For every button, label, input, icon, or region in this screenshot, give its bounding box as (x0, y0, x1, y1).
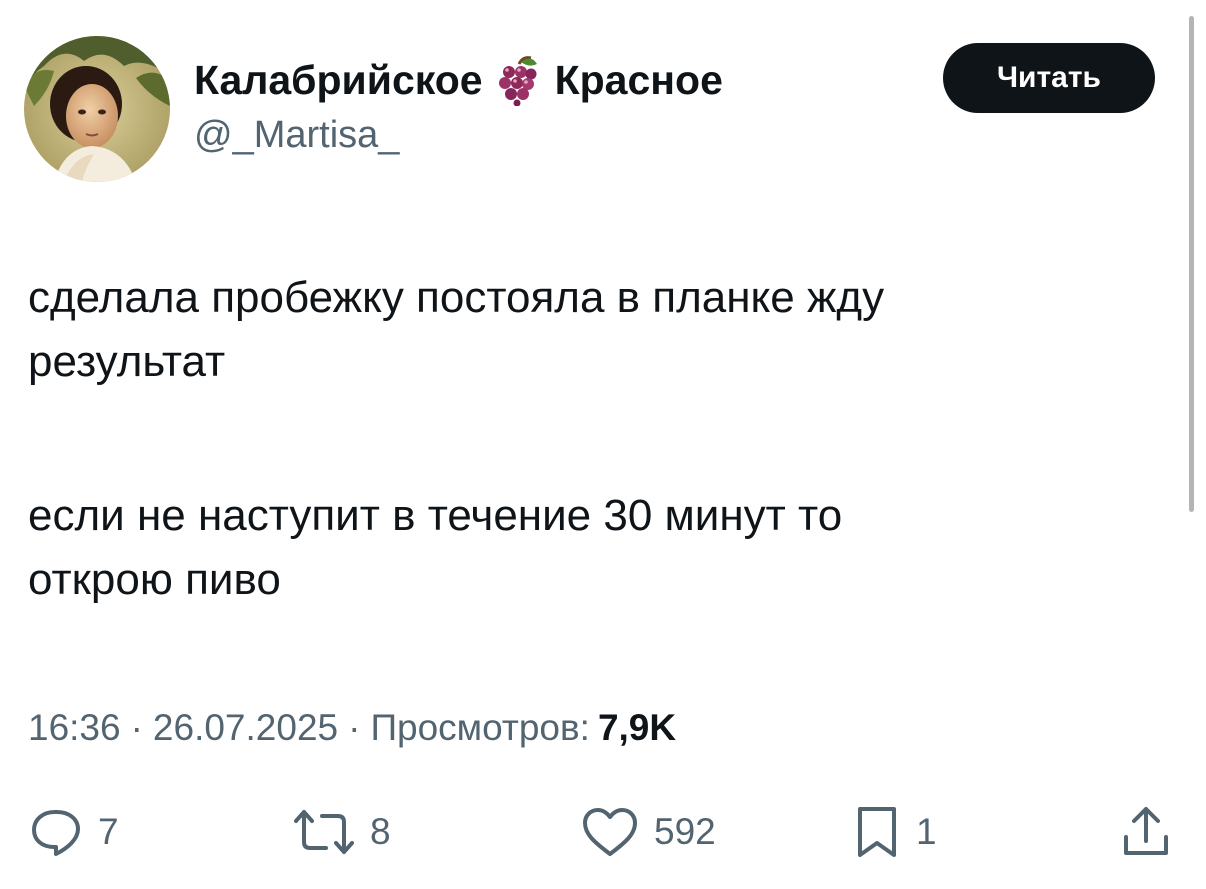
tweet-time[interactable]: 16:36 (28, 707, 121, 749)
heart-icon (583, 808, 637, 856)
meta-separator: · (348, 707, 361, 748)
like-button[interactable]: 592 (580, 802, 716, 862)
tweet-date[interactable]: 26.07.2025 (153, 707, 338, 749)
reply-count: 7 (98, 811, 119, 852)
author-handle[interactable]: @_Martisa_ (194, 114, 399, 157)
tweet-metadata: 16:36 · 26.07.2025 · Просмотров: 7,9K (28, 700, 676, 756)
meta-separator: · (130, 707, 143, 748)
share-icon (1124, 807, 1168, 855)
views-count: 7,9K (597, 707, 677, 748)
repost-count: 8 (370, 811, 391, 852)
share-button[interactable] (1118, 802, 1174, 862)
author-display-name[interactable]: Калабрийское Красное (194, 52, 723, 108)
views-label: Просмотров: (370, 707, 590, 748)
avatar-image (24, 36, 170, 182)
author-name-part1: Калабрийское (194, 56, 483, 103)
avatar[interactable] (24, 36, 170, 182)
reply-button[interactable]: 7 (28, 802, 119, 862)
bookmark-button[interactable]: 1 (852, 802, 937, 862)
like-count: 592 (654, 811, 716, 852)
reply-icon (32, 810, 80, 856)
repost-button[interactable]: 8 (292, 802, 391, 862)
grapes-icon (495, 54, 543, 107)
scrollbar[interactable] (1189, 16, 1194, 512)
tweet-text-paragraph-1: сделала пробежку постояла в планке жду р… (28, 273, 885, 386)
follow-button[interactable]: Читать (943, 43, 1155, 113)
author-name-part2: Красное (554, 56, 723, 103)
bookmark-icon (858, 807, 896, 857)
bookmark-count: 1 (916, 811, 937, 852)
repost-icon (294, 810, 354, 854)
tweet-text-paragraph-2: если не наступит в течение 30 минут то о… (28, 491, 843, 604)
